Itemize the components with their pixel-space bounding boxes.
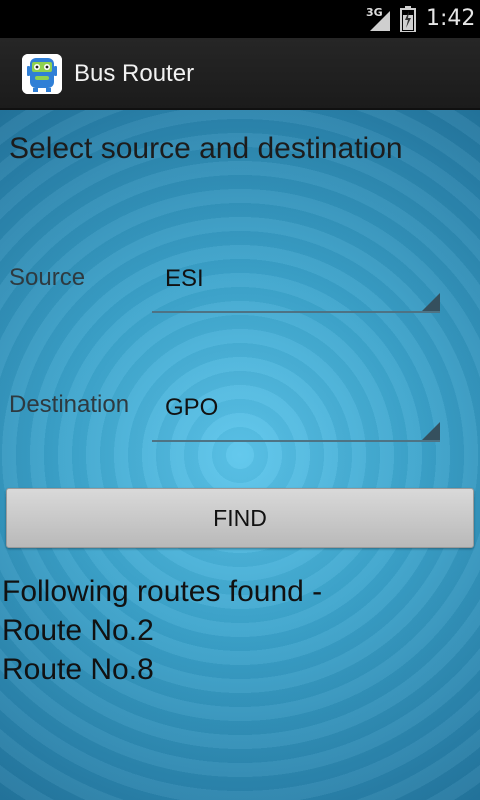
app-title: Bus Router bbox=[74, 60, 195, 87]
route-item: Route No.8 bbox=[2, 653, 154, 686]
source-spinner[interactable]: ESI bbox=[152, 257, 440, 313]
source-value: ESI bbox=[165, 265, 204, 292]
battery-icon bbox=[400, 6, 416, 32]
page-heading: Select source and destination bbox=[9, 132, 403, 165]
source-label: Source bbox=[9, 264, 86, 291]
destination-value: GPO bbox=[165, 394, 219, 421]
destination-spinner[interactable]: GPO bbox=[152, 386, 440, 442]
status-bar: 3G 1:42 bbox=[0, 0, 480, 38]
signal-icon bbox=[370, 11, 390, 31]
dropdown-arrow-icon bbox=[422, 422, 440, 440]
main-content: Select source and destination Source ESI… bbox=[0, 110, 480, 800]
results-list: Following routes found - Route No.2 Rout… bbox=[2, 572, 322, 689]
bus-robot-app-icon[interactable] bbox=[22, 54, 62, 94]
dropdown-arrow-icon bbox=[422, 293, 440, 311]
results-header: Following routes found - bbox=[2, 575, 323, 608]
find-button[interactable]: FIND bbox=[6, 488, 474, 548]
route-item: Route No.2 bbox=[2, 614, 154, 647]
clock: 1:42 bbox=[426, 6, 476, 31]
destination-label: Destination bbox=[9, 391, 130, 418]
action-bar: Bus Router bbox=[0, 38, 480, 110]
